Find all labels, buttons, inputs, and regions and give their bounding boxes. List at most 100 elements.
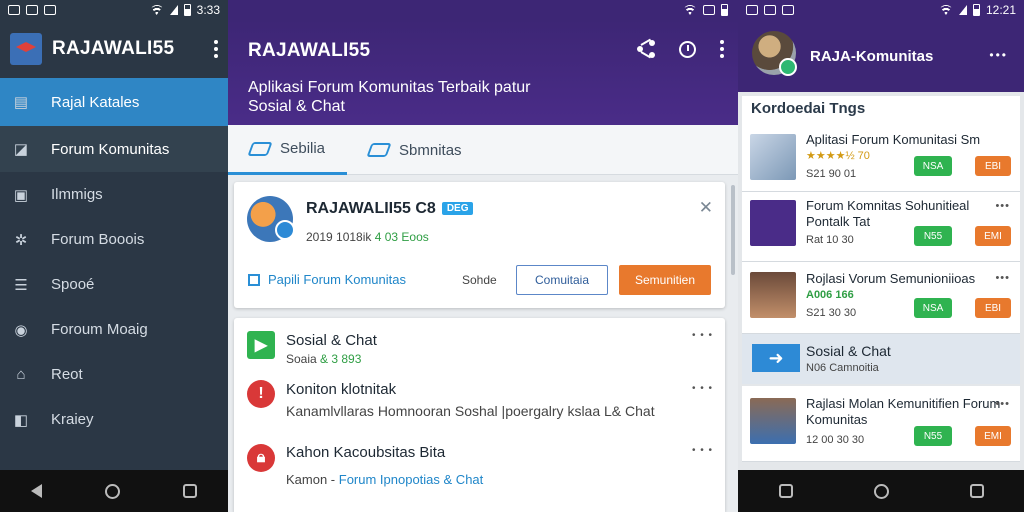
- green-badge-button[interactable]: NSA: [914, 298, 952, 318]
- main-screen: RAJAWALI55 Aplikasi Forum Komunitas Terb…: [228, 0, 738, 512]
- link-icon: [248, 274, 260, 286]
- history-icon[interactable]: [679, 40, 696, 58]
- feed-title: Kahon Kacoubsitas Bita: [286, 444, 446, 461]
- drawer-title: RAJAWALI55: [52, 38, 175, 59]
- more-icon[interactable]: •••: [995, 272, 1010, 284]
- rating: ★★★★½ 70: [806, 150, 870, 162]
- home-icon: ⌂: [16, 366, 26, 383]
- notification-icon: [782, 5, 794, 15]
- more-icon[interactable]: •••: [995, 398, 1010, 410]
- status-bar: [228, 0, 738, 20]
- screen: 3:33 RAJAWALI55 ▤ Rajal Katales ◪ Forum …: [0, 0, 1024, 512]
- community-card: RAJAWALII55 C8 DEG 2019 1018ik 4 03 Eoos …: [234, 182, 725, 308]
- list-item[interactable]: Rojlasi Vorum Semunioniioas A006 166 S21…: [742, 262, 1020, 334]
- close-icon[interactable]: ✕: [699, 198, 713, 218]
- drawer-item-label: Spooé: [51, 276, 95, 293]
- more-options-icon[interactable]: [214, 40, 218, 58]
- overview-icon[interactable]: [969, 484, 984, 498]
- tab-sbmnitas[interactable]: Sbmnitas: [347, 125, 484, 175]
- community-link[interactable]: Papili Forum Komunitas: [268, 272, 406, 287]
- green-badge-button[interactable]: NSA: [914, 156, 952, 176]
- system-nav-bar: [0, 470, 228, 512]
- mail-icon: [764, 5, 776, 15]
- drawer-item-reot[interactable]: ⌂ Reot: [0, 352, 228, 397]
- photo-icon: [746, 5, 758, 15]
- recents-icon[interactable]: [778, 484, 793, 498]
- share-icon[interactable]: [637, 40, 655, 58]
- drawer-item-label: Rajal Katales: [51, 93, 140, 111]
- drawer-item-forum-booois[interactable]: ✲ Forum Booois: [0, 217, 228, 262]
- drawer-item-foroum-moaig[interactable]: ◉ Foroum Moaig: [0, 307, 228, 352]
- avatar[interactable]: [752, 31, 797, 76]
- more-options-icon[interactable]: [720, 40, 724, 58]
- community-primary-button[interactable]: Semunitien: [619, 265, 711, 295]
- item-stats: A006 166: [806, 289, 854, 301]
- status-badge: DEG: [441, 202, 474, 215]
- more-icon[interactable]: • • •: [692, 445, 713, 456]
- home-button-icon[interactable]: [873, 483, 889, 499]
- more-options-icon[interactable]: •••: [989, 48, 1008, 62]
- item-title: Rojlasi Vorum Semunioniioas: [806, 271, 976, 286]
- more-icon[interactable]: • • •: [692, 330, 713, 341]
- more-icon[interactable]: •••: [995, 200, 1010, 212]
- status-time: 12:21: [985, 3, 1016, 17]
- back-icon[interactable]: [31, 484, 43, 498]
- green-badge-button[interactable]: N55: [914, 226, 952, 246]
- signal-icon: [958, 5, 967, 15]
- star-icon: [750, 200, 796, 246]
- drawer-item-spooe[interactable]: ☰ Spooé: [0, 262, 228, 307]
- orange-badge-button[interactable]: EBI: [975, 156, 1011, 176]
- drawer-item-label: Forum Komunitas: [51, 140, 170, 158]
- drawer-item-kraiey[interactable]: ◧ Kraiey: [0, 397, 228, 442]
- list-icon: ☰: [14, 276, 28, 294]
- drawer-item-forum-komunitas[interactable]: ◪ Forum Komunitas: [0, 126, 228, 172]
- list-item[interactable]: Forum Komnitas Sohunitieal Pontalk Tat R…: [742, 192, 1020, 262]
- list-item[interactable]: Rajlasi Molan Kemunitifien Forum Komunit…: [742, 386, 1020, 462]
- thumbnail: [750, 272, 796, 318]
- drawer-header: RAJAWALI55: [0, 20, 228, 78]
- list-item[interactable]: ➜ Sosial & Chat N06 Camnoitia: [742, 334, 1020, 384]
- signal-icon: [703, 5, 715, 15]
- alert-icon: !: [247, 380, 275, 408]
- item-meta: S21 90 01: [806, 168, 857, 180]
- orange-badge-button[interactable]: EMI: [975, 426, 1011, 446]
- feed-subtitle: Soaia & 3 893: [286, 352, 361, 366]
- item-meta: 12 00 30 30: [806, 434, 865, 446]
- tab-bar: Sebilia Sbmnitas: [228, 125, 738, 175]
- drawer-item-label: Forum Booois: [51, 231, 145, 248]
- feed-subtitle-text: Soaia: [286, 352, 321, 366]
- community-outline-button[interactable]: Comuitaia: [516, 265, 608, 295]
- home-button-icon[interactable]: [104, 483, 120, 499]
- app-bar: RAJAWALI55 Aplikasi Forum Komunitas Terb…: [228, 20, 738, 125]
- battery-icon: [972, 4, 980, 16]
- community-meta: 2019 1018ik 4 03 Eoos: [306, 230, 429, 244]
- wifi-icon: [683, 5, 697, 15]
- feed-subtitle-link[interactable]: Forum Ipnopotias & Chat: [339, 472, 484, 487]
- drawer-item-ilmmigs[interactable]: ▣ Ilmmigs: [0, 172, 228, 217]
- more-icon[interactable]: • • •: [692, 383, 713, 394]
- tab-sebilia[interactable]: Sebilia: [228, 125, 348, 175]
- thumbnail: [750, 398, 796, 444]
- lock-icon: 🔒︎: [247, 444, 275, 472]
- side-screen: 12:21 RAJA-Komunitas ••• Kordoedai Tngs …: [738, 0, 1024, 512]
- feed-subtitle: Kamon - Forum Ipnopotias & Chat: [286, 472, 483, 487]
- chat-icon: ◪: [13, 141, 29, 158]
- orange-badge-button[interactable]: EMI: [975, 226, 1011, 246]
- drawer-menu: ▤ Rajal Katales ◪ Forum Komunitas ▣ Ilmm…: [0, 78, 228, 442]
- app-logo: [10, 33, 42, 65]
- recents-icon[interactable]: [182, 484, 197, 498]
- bag-icon: ◧: [13, 411, 29, 429]
- drawer-item-rajal-katales[interactable]: ▤ Rajal Katales: [0, 78, 228, 126]
- play-icon: ▶: [247, 331, 275, 359]
- community-meta-date: 2019 1018ik: [306, 230, 372, 244]
- drawer-item-label: Foroum Moaig: [51, 321, 148, 338]
- community-title: RAJAWALII55 C8 DEG: [306, 200, 474, 218]
- scrollbar[interactable]: [731, 185, 735, 275]
- item-meta: Rat 10 30: [806, 234, 854, 246]
- list-item[interactable]: Aplitasi Forum Komunitasi Sm ★★★★½ 70 S2…: [742, 124, 1020, 192]
- feed-subtitle-text: Kamon -: [286, 472, 339, 487]
- green-badge-button[interactable]: N55: [914, 426, 952, 446]
- drawer-item-label: Ilmmigs: [51, 186, 103, 203]
- feed-subtitle-stats: & 3 893: [320, 352, 362, 366]
- orange-badge-button[interactable]: EBI: [975, 298, 1011, 318]
